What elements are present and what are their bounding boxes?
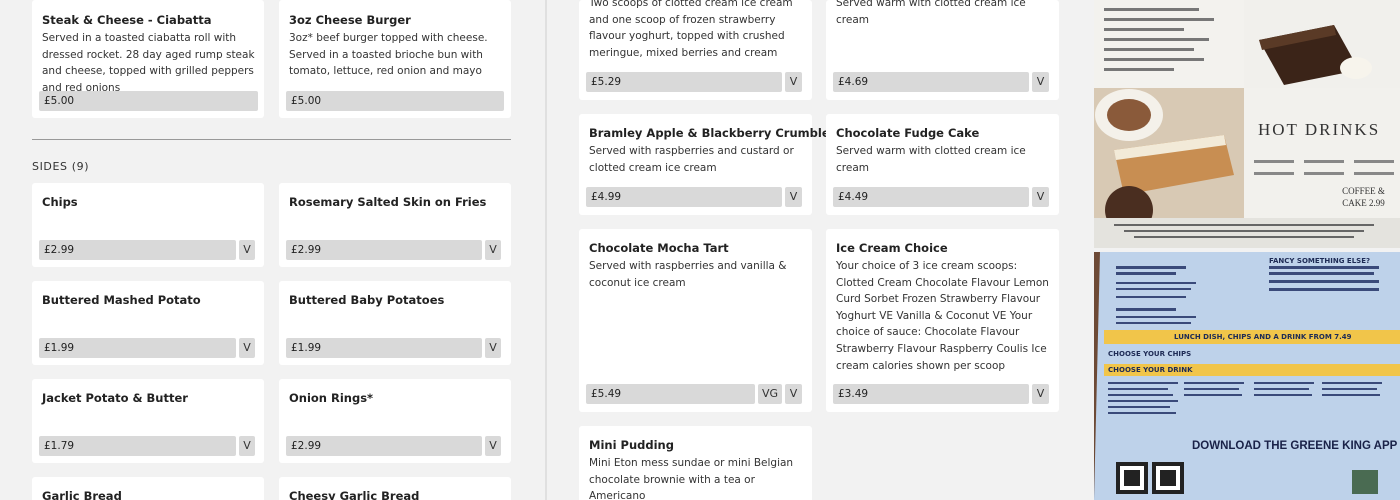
- item-name: Bramley Apple & Blackberry Crumble Pie: [589, 126, 854, 140]
- section-divider: [32, 139, 511, 140]
- vegetarian-badge: V: [485, 240, 501, 260]
- menu-item-card[interactable]: Two scoops of clotted cream ice cream an…: [579, 0, 812, 100]
- item-name: Mini Pudding: [589, 438, 674, 452]
- item-name: Steak & Cheese - Ciabatta: [42, 13, 212, 27]
- vegetarian-badge: V: [785, 384, 802, 404]
- vegetarian-badge: V: [485, 338, 501, 358]
- item-price: £4.69: [833, 72, 1029, 92]
- item-name: Ice Cream Choice: [836, 241, 948, 255]
- item-description: 3oz* beef burger topped with cheese. Ser…: [289, 32, 488, 78]
- vegetarian-badge: V: [485, 436, 501, 456]
- lunch-deal-banner: LUNCH DISH, CHIPS AND A DRINK FROM 7.49: [1174, 333, 1352, 341]
- vegetarian-badge: V: [785, 187, 802, 207]
- item-description: Served warm with clotted cream ice cream: [836, 0, 1026, 26]
- item-description: Served with raspberries and custard or c…: [589, 145, 794, 174]
- item-price: £1.99: [286, 338, 482, 358]
- vegetarian-badge: V: [1032, 72, 1049, 92]
- menu-photo-lunch[interactable]: FANCY SOMETHING ELSE? LUNCH DISH, CHIPS …: [1094, 252, 1400, 500]
- item-price: £2.99: [39, 240, 236, 260]
- item-name: Cheesy Garlic Bread: [289, 489, 420, 500]
- item-price: £5.29: [586, 72, 782, 92]
- menu-item-card[interactable]: Onion Rings* £2.99 V: [279, 379, 511, 463]
- menu-item-card[interactable]: Bramley Apple & Blackberry Crumble Pie S…: [579, 114, 854, 215]
- menu-item-card[interactable]: Served warm with clotted cream ice cream…: [826, 0, 1059, 100]
- vegetarian-badge: V: [1032, 384, 1049, 404]
- menu-item-card[interactable]: Chips £2.99 V: [32, 183, 264, 267]
- vegetarian-badge: V: [1032, 187, 1049, 207]
- item-description: Served warm with clotted cream ice cream: [836, 145, 1026, 174]
- menu-item-card[interactable]: Chocolate Fudge Cake Served warm with cl…: [826, 114, 1059, 215]
- item-name: Garlic Bread: [42, 489, 122, 500]
- item-price: £5.00: [39, 91, 258, 111]
- item-name: 3oz Cheese Burger: [289, 13, 411, 27]
- item-name: Onion Rings*: [289, 391, 374, 405]
- item-name: Buttered Baby Potatoes: [289, 293, 445, 307]
- menu-item-card[interactable]: Garlic Bread: [32, 477, 264, 500]
- item-price: £1.79: [39, 436, 236, 456]
- download-app-banner: DOWNLOAD THE GREENE KING APP: [1192, 440, 1398, 452]
- menu-item-card[interactable]: Jacket Potato & Butter £1.79 V: [32, 379, 264, 463]
- lunch-menu-photo: [1094, 252, 1400, 500]
- column-divider: [545, 0, 547, 500]
- vegetarian-badge: V: [239, 338, 255, 358]
- item-name: Buttered Mashed Potato: [42, 293, 201, 307]
- item-price: £1.99: [39, 338, 236, 358]
- item-description: Served in a toasted ciabatta roll with d…: [42, 32, 255, 94]
- item-price: £5.00: [286, 91, 504, 111]
- menu-item-card[interactable]: Rosemary Salted Skin on Fries £2.99 V: [279, 183, 511, 267]
- item-name: Jacket Potato & Butter: [42, 391, 188, 405]
- vegetarian-badge: V: [785, 72, 802, 92]
- vegetarian-badge: V: [239, 240, 255, 260]
- vegetarian-badge: V: [239, 436, 255, 456]
- item-name: Rosemary Salted Skin on Fries: [289, 195, 487, 209]
- coffee-cake-promo: COFFEE & CAKE 2.99: [1342, 186, 1385, 208]
- fancy-something-else-heading: FANCY SOMETHING ELSE?: [1269, 257, 1371, 265]
- item-price: £5.49: [586, 384, 755, 404]
- item-name: Chips: [42, 195, 78, 209]
- item-price: £4.49: [833, 187, 1029, 207]
- item-name: Chocolate Fudge Cake: [836, 126, 980, 140]
- item-description: Two scoops of clotted cream ice cream an…: [589, 0, 793, 59]
- choose-drink-heading: CHOOSE YOUR DRINK: [1108, 366, 1193, 374]
- menu-photo-hot-drinks[interactable]: HOT DRINKS COFFEE & CAKE 2.99: [1094, 0, 1400, 248]
- item-price: £2.99: [286, 240, 482, 260]
- menu-item-card[interactable]: Buttered Baby Potatoes £1.99 V: [279, 281, 511, 365]
- hot-drinks-title: HOT DRINKS: [1258, 120, 1381, 139]
- item-description: Mini Eton mess sundae or mini Belgian ch…: [589, 457, 794, 500]
- menu-item-card[interactable]: Buttered Mashed Potato £1.99 V: [32, 281, 264, 365]
- menu-item-card[interactable]: Ice Cream Choice Your choice of 3 ice cr…: [826, 229, 1059, 412]
- menu-item-card[interactable]: 3oz Cheese Burger 3oz* beef burger toppe…: [279, 0, 511, 118]
- menu-item-card[interactable]: Cheesy Garlic Bread: [279, 477, 511, 500]
- menu-item-card[interactable]: Mini Pudding Mini Eton mess sundae or mi…: [579, 426, 812, 500]
- section-heading-sides: SIDES (9): [32, 160, 90, 173]
- item-description: Your choice of 3 ice cream scoops: Clott…: [836, 260, 1049, 372]
- menu-item-card[interactable]: Chocolate Mocha Tart Served with raspber…: [579, 229, 812, 412]
- item-price: £4.99: [586, 187, 782, 207]
- item-name: Chocolate Mocha Tart: [589, 241, 729, 255]
- menu-item-card[interactable]: Steak & Cheese - Ciabatta Served in a to…: [32, 0, 264, 118]
- item-price: £2.99: [286, 436, 482, 456]
- choose-chips-heading: CHOOSE YOUR CHIPS: [1108, 350, 1192, 358]
- vegan-badge: VG: [758, 384, 782, 404]
- item-description: Served with raspberries and vanilla & co…: [589, 260, 787, 289]
- item-price: £3.49: [833, 384, 1029, 404]
